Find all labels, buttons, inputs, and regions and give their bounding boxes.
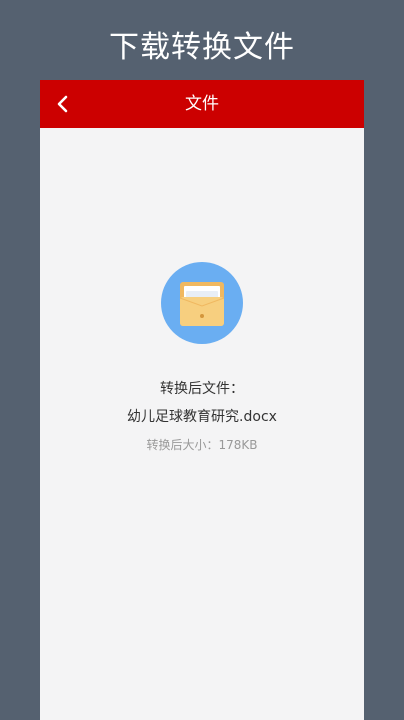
banner-title: 下载转换文件 (109, 30, 295, 65)
chevron-left-icon (57, 95, 68, 113)
nav-bar: 文件 (40, 80, 364, 128)
folder-envelope-icon (179, 282, 225, 326)
file-icon-circle (161, 262, 243, 344)
back-button[interactable] (48, 88, 80, 120)
file-size: 转换后大小：178KB (146, 438, 258, 452)
nav-title: 文件 (185, 94, 219, 114)
file-name: 幼儿足球教育研究.docx (127, 409, 277, 425)
phone-screen: 文件 转换后文件： 幼儿足球教育研究.docx 转换后大小：178KB (40, 80, 364, 720)
result-file-label: 转换后文件： (160, 381, 244, 397)
